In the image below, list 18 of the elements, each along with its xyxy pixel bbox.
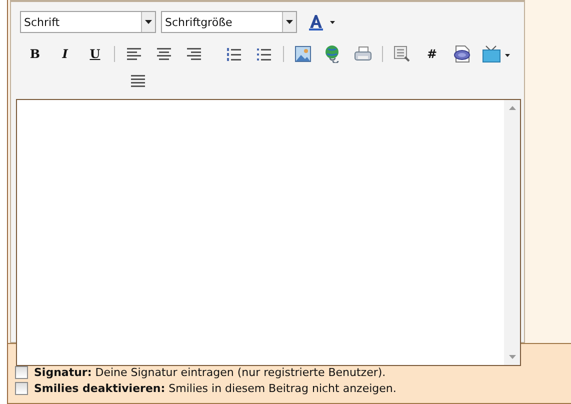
option-text: Signatur: Deine Signatur eintragen (nur registrierte Benutzer). <box>34 366 386 379</box>
font-select[interactable]: Schrift <box>20 11 156 33</box>
caret-icon <box>286 20 293 24</box>
size-select[interactable]: Schriftgröße <box>161 11 297 33</box>
checkbox[interactable] <box>15 366 28 379</box>
italic-button[interactable]: I <box>54 44 76 64</box>
underline-button[interactable]: U <box>84 44 106 64</box>
hash-button[interactable]: # <box>421 44 443 64</box>
checkbox[interactable] <box>15 382 28 395</box>
scroll-down-icon[interactable] <box>508 355 516 359</box>
tv-button[interactable] <box>481 44 513 64</box>
scroll-up-icon[interactable] <box>508 106 516 110</box>
option-text: Smilies deaktivieren: Smilies in diesem Beitrag nicht anzeigen. <box>34 382 396 395</box>
php-button[interactable] <box>451 44 473 64</box>
image-button[interactable] <box>292 44 314 64</box>
font-color-button[interactable] <box>306 12 338 32</box>
bold-button[interactable]: B <box>24 44 46 64</box>
caret-icon <box>145 20 152 24</box>
